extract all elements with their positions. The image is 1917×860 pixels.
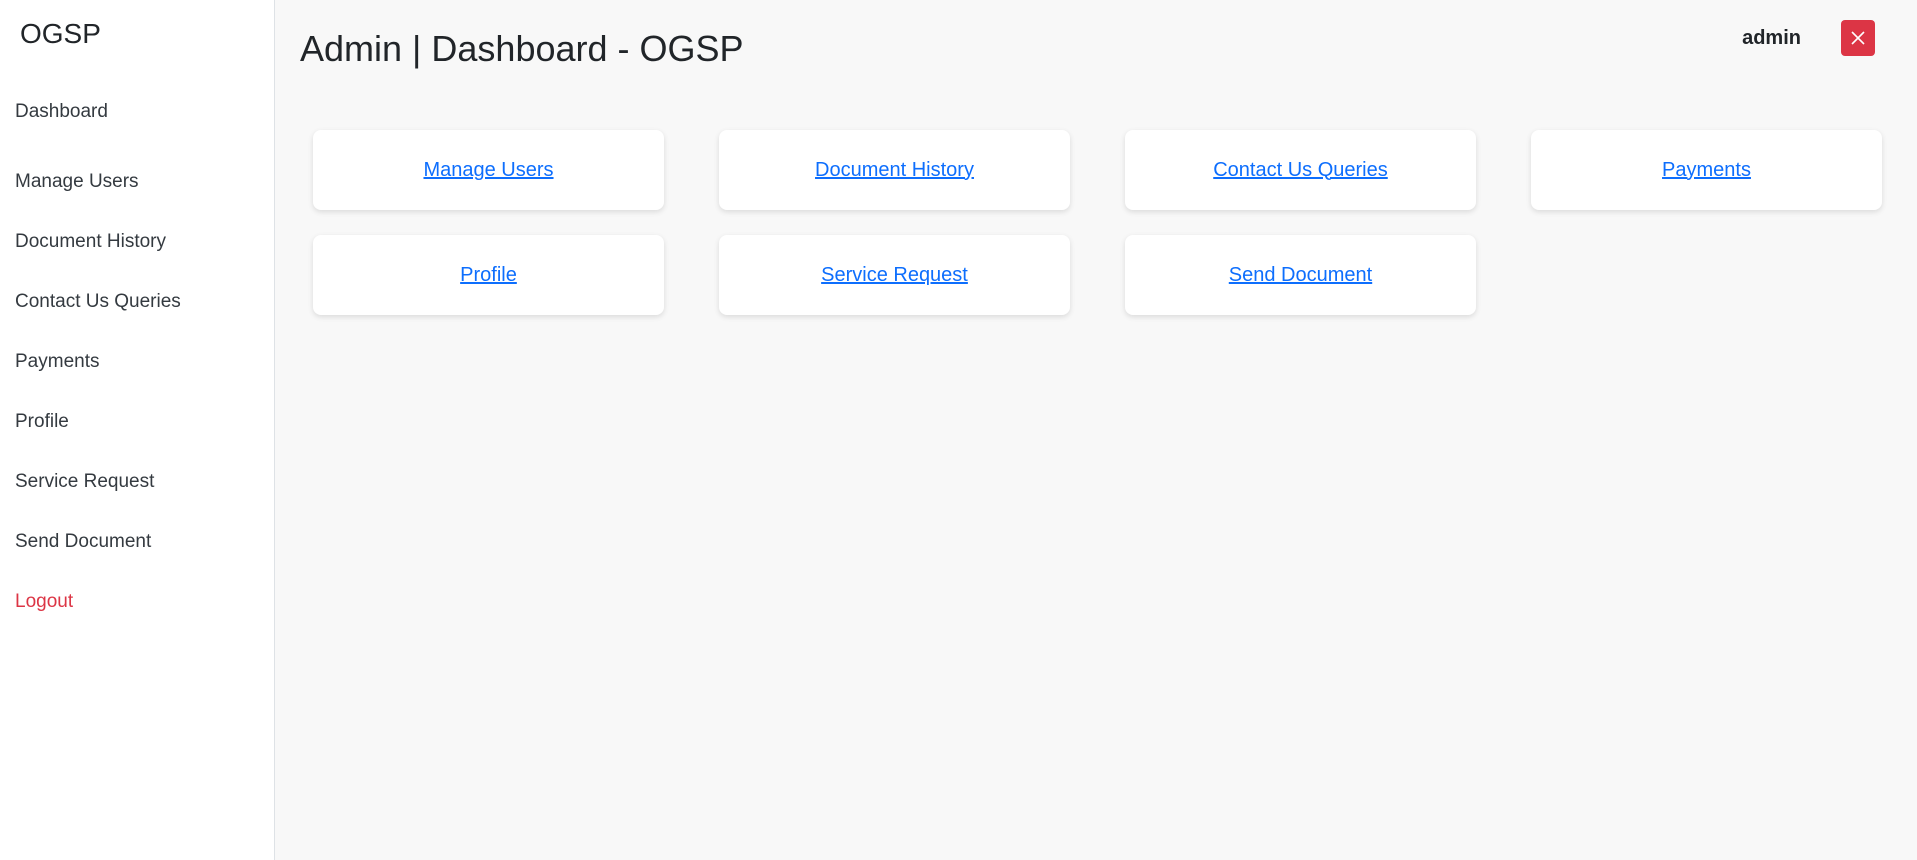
sidebar-item-logout[interactable]: Logout — [0, 572, 274, 632]
sidebar-nav: Dashboard Manage Users Document History … — [0, 92, 274, 632]
username: admin — [1742, 26, 1801, 49]
manage-users-link[interactable]: Manage Users — [423, 159, 553, 182]
sidebar-item-send-document[interactable]: Send Document — [0, 512, 274, 572]
sidebar-item-service-request[interactable]: Service Request — [0, 452, 274, 512]
main-content: Admin | Dashboard - OGSP admin Manage Us… — [275, 0, 1917, 860]
card-profile: Profile — [313, 235, 664, 315]
card-manage-users: Manage Users — [313, 130, 664, 210]
card-contact-us-queries: Contact Us Queries — [1125, 130, 1476, 210]
payments-link[interactable]: Payments — [1662, 159, 1751, 182]
user-area: admin — [1742, 20, 1875, 56]
card-service-request: Service Request — [719, 235, 1070, 315]
card-send-document: Send Document — [1125, 235, 1476, 315]
service-request-link[interactable]: Service Request — [821, 264, 968, 287]
close-button[interactable] — [1841, 20, 1875, 56]
dashboard-card-grid: Manage Users Document History Contact Us… — [313, 130, 1882, 315]
sidebar-item-payments[interactable]: Payments — [0, 332, 274, 392]
page-title: Admin | Dashboard - OGSP — [300, 28, 744, 69]
send-document-link[interactable]: Send Document — [1229, 264, 1372, 287]
sidebar-item-contact-us-queries[interactable]: Contact Us Queries — [0, 272, 274, 332]
document-history-link[interactable]: Document History — [815, 159, 974, 182]
profile-link[interactable]: Profile — [460, 264, 517, 287]
app: OGSP Dashboard Manage Users Document His… — [0, 0, 1917, 860]
sidebar-item-profile[interactable]: Profile — [0, 392, 274, 452]
contact-us-queries-link[interactable]: Contact Us Queries — [1213, 159, 1388, 182]
close-icon — [1851, 31, 1865, 45]
sidebar-item-document-history[interactable]: Document History — [0, 212, 274, 272]
brand-logo: OGSP — [20, 18, 101, 49]
card-document-history: Document History — [719, 130, 1070, 210]
sidebar-item-manage-users[interactable]: Manage Users — [0, 152, 274, 212]
sidebar-item-dashboard[interactable]: Dashboard — [0, 92, 274, 132]
card-payments: Payments — [1531, 130, 1882, 210]
sidebar: OGSP Dashboard Manage Users Document His… — [0, 0, 275, 860]
